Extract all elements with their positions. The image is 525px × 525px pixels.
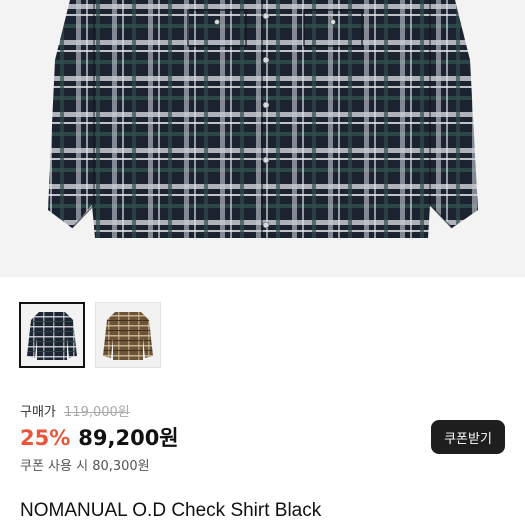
brown-shirt-thumbnail-image xyxy=(96,303,160,367)
original-price: 119,000원 xyxy=(64,405,130,420)
get-coupon-button[interactable]: 쿠폰받기 xyxy=(431,420,505,454)
thumbnail-list xyxy=(19,302,161,368)
price-label-row: 구매가 119,000원 xyxy=(20,401,130,420)
shirt-illustration xyxy=(48,0,478,238)
thumbnail-brown[interactable] xyxy=(95,302,161,368)
discount-rate: 25% xyxy=(20,426,71,450)
thumbnail-black[interactable] xyxy=(19,302,85,368)
purchase-price-label: 구매가 xyxy=(20,405,56,420)
black-shirt-thumbnail-image xyxy=(21,304,83,366)
price-row: 25% 89,200원 xyxy=(20,422,179,452)
product-title: NOMANUAL O.D Check Shirt Black xyxy=(20,500,322,521)
coupon-applied-price: 쿠폰 사용 시 80,300원 xyxy=(20,459,150,474)
sale-price: 89,200원 xyxy=(78,426,179,450)
product-main-image xyxy=(0,0,525,277)
